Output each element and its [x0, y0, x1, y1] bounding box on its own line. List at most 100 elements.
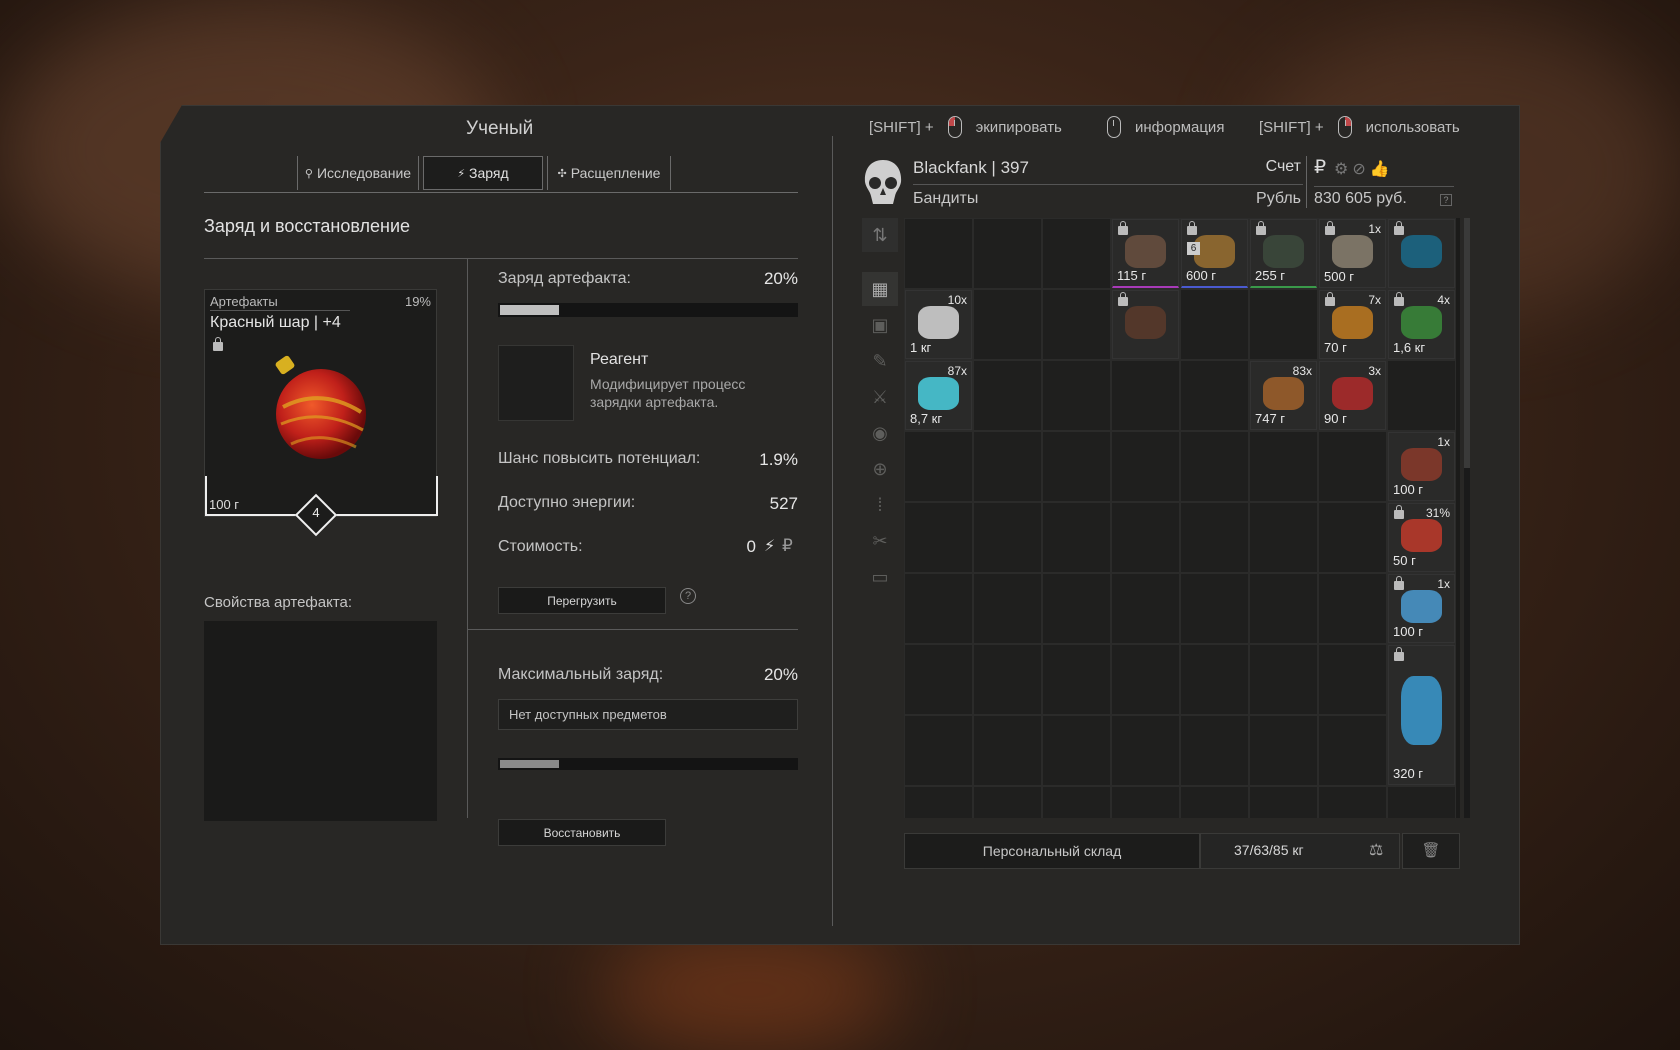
armor-icon[interactable]: ▣ — [862, 308, 898, 342]
inventory-cell[interactable] — [973, 360, 1042, 431]
inventory-cell[interactable] — [973, 502, 1042, 573]
reagent-slot[interactable] — [498, 345, 574, 421]
inventory-cell[interactable] — [1180, 786, 1249, 818]
inventory-cell[interactable] — [1042, 715, 1111, 786]
inventory-cell[interactable] — [1387, 786, 1456, 818]
tools-icon[interactable]: ✂ — [862, 524, 898, 558]
inventory-item[interactable]: 1x 500 г — [1319, 219, 1386, 288]
inventory-cell[interactable] — [1111, 786, 1180, 818]
inventory-item[interactable]: 255 г — [1250, 219, 1317, 288]
repair-item-select[interactable]: Нет доступных предметов — [498, 699, 798, 730]
inventory-item[interactable]: 4x 1,6 кг — [1388, 290, 1455, 359]
inventory-item[interactable]: 1x 100 г — [1388, 432, 1455, 501]
inventory-cell[interactable] — [904, 786, 973, 818]
inventory-item[interactable]: 7x 70 г — [1319, 290, 1386, 359]
inventory-item[interactable] — [1388, 219, 1455, 288]
inventory-cell[interactable] — [1318, 786, 1387, 818]
inventory-cell[interactable] — [904, 431, 973, 502]
trash-icon[interactable]: 🗑 — [1402, 833, 1460, 869]
grid-all-icon[interactable]: ▦ — [862, 272, 898, 306]
inventory-cell[interactable] — [973, 573, 1042, 644]
inventory-cell[interactable] — [1249, 573, 1318, 644]
inventory-cell[interactable] — [973, 431, 1042, 502]
inventory-cell[interactable] — [1318, 644, 1387, 715]
inventory-item[interactable]: 83x 747 г — [1250, 361, 1317, 430]
medkit-icon[interactable]: ⊕ — [862, 452, 898, 486]
inventory-cell[interactable] — [904, 644, 973, 715]
inventory-cell[interactable] — [1111, 644, 1180, 715]
sort-icon[interactable]: ⇅ — [862, 218, 898, 252]
inventory-cell[interactable] — [1318, 502, 1387, 573]
weapon-icon[interactable]: ✎ — [862, 344, 898, 378]
inventory-cell[interactable] — [1111, 715, 1180, 786]
inventory-cell[interactable] — [1318, 573, 1387, 644]
overload-button[interactable]: Перегрузить — [498, 587, 666, 614]
inventory-cell[interactable] — [1042, 786, 1111, 818]
inventory-cell[interactable] — [973, 644, 1042, 715]
inventory-item[interactable]: 87x 8,7 кг — [905, 361, 972, 430]
inventory-cell[interactable] — [973, 289, 1042, 360]
inventory-cell[interactable] — [1249, 644, 1318, 715]
inventory-cell[interactable] — [973, 218, 1042, 289]
personal-storage-button[interactable]: Персональный склад — [904, 833, 1200, 869]
lock-icon — [1325, 221, 1335, 235]
lock-icon — [1394, 221, 1404, 235]
inventory-cell[interactable] — [1318, 715, 1387, 786]
tab-split[interactable]: ✣ Расщепление — [547, 156, 671, 190]
inventory-cell[interactable] — [1180, 644, 1249, 715]
inventory-cell[interactable] — [904, 218, 973, 289]
item-quantity: 4x — [1437, 293, 1450, 307]
inventory-cell[interactable] — [1042, 644, 1111, 715]
item-quantity: 83x — [1292, 364, 1312, 378]
inventory-cell[interactable] — [1111, 502, 1180, 573]
inventory-cell[interactable] — [1249, 289, 1318, 360]
help-icon[interactable]: ? — [680, 588, 696, 604]
inventory-cell[interactable] — [1042, 573, 1111, 644]
inventory-cell[interactable] — [1387, 360, 1456, 431]
inventory-cell[interactable] — [1042, 360, 1111, 431]
inventory-cell[interactable] — [904, 715, 973, 786]
tab-charge[interactable]: ⚡ Заряд — [423, 156, 543, 190]
inventory-cell[interactable] — [1180, 289, 1249, 360]
help-icon[interactable]: ? — [1440, 194, 1452, 206]
inventory-cell[interactable] — [1042, 502, 1111, 573]
inventory-cell[interactable] — [904, 573, 973, 644]
inventory-cell[interactable] — [1111, 360, 1180, 431]
artifact-card[interactable]: Артефакты 19% Красный шар | +4 100 г 4 — [204, 289, 438, 537]
inventory-cell[interactable] — [1111, 573, 1180, 644]
scrollbar[interactable] — [1464, 218, 1470, 818]
inventory-item[interactable]: 320 г — [1388, 645, 1455, 785]
inventory-cell[interactable] — [973, 715, 1042, 786]
inventory-cell[interactable] — [1180, 502, 1249, 573]
inventory-cell[interactable] — [1249, 502, 1318, 573]
inventory-cell[interactable] — [1111, 431, 1180, 502]
inventory-item[interactable]: 115 г — [1112, 219, 1179, 288]
artifact-icon[interactable]: ◉ — [862, 416, 898, 450]
inventory-cell[interactable] — [1249, 715, 1318, 786]
inventory-cell[interactable] — [1042, 289, 1111, 360]
inventory-item[interactable] — [1112, 290, 1179, 359]
inventory-item[interactable]: 1x 100 г — [1388, 574, 1455, 643]
misc-icon[interactable]: ▭ — [862, 560, 898, 594]
inventory-item[interactable]: 6 600 г — [1181, 219, 1248, 288]
inventory-cell[interactable] — [1180, 431, 1249, 502]
inventory-cell[interactable] — [1042, 431, 1111, 502]
inventory-cell[interactable] — [1180, 360, 1249, 431]
restore-button[interactable]: Восстановить — [498, 819, 666, 846]
inventory-cell[interactable] — [1180, 573, 1249, 644]
item-weight: 255 г — [1255, 268, 1286, 283]
ammo-icon[interactable]: ⁞ — [862, 488, 898, 522]
inventory-cell[interactable] — [1249, 431, 1318, 502]
inventory-item[interactable]: 3x 90 г — [1319, 361, 1386, 430]
melee-icon[interactable]: ⚔ — [862, 380, 898, 414]
tab-research[interactable]: ⚲ Исследование — [297, 156, 419, 190]
inventory-cell[interactable] — [1180, 715, 1249, 786]
inventory-item[interactable]: 10x 1 кг — [905, 290, 972, 359]
inventory-cell[interactable] — [973, 786, 1042, 818]
inventory-cell[interactable] — [1318, 431, 1387, 502]
inventory-item[interactable]: 31% 50 г — [1388, 503, 1455, 572]
inventory-cell[interactable] — [1249, 786, 1318, 818]
inventory-cell[interactable] — [1042, 218, 1111, 289]
player-name: Blackfank | 397 — [913, 158, 1029, 177]
inventory-cell[interactable] — [904, 502, 973, 573]
